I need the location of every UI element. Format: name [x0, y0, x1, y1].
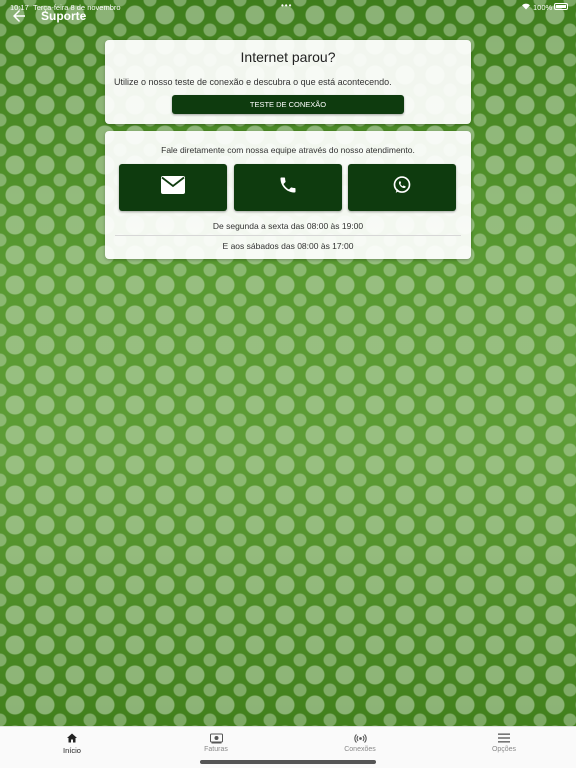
page-title: Suporte [41, 9, 87, 23]
contact-card: Fale diretamente com nossa equipe atravé… [105, 131, 471, 259]
home-icon [65, 731, 79, 745]
nav-item-conexoes[interactable]: Conexões [288, 727, 432, 763]
app-bar: Suporte [0, 6, 576, 28]
nav-item-opcoes[interactable]: Opções [432, 727, 576, 763]
email-contact-button[interactable] [119, 164, 227, 211]
signal-icon [353, 731, 367, 745]
connection-card-description: Utilize o nosso teste de conexão e descu… [114, 77, 392, 87]
connection-test-card: Internet parou? Utilize o nosso teste de… [105, 40, 471, 124]
nav-item-faturas[interactable]: Faturas [144, 727, 288, 763]
nav-item-inicio[interactable]: Início [0, 727, 144, 763]
back-arrow-icon[interactable] [10, 7, 28, 25]
menu-icon [497, 731, 511, 745]
support-screen: 10:17 Terça-feira 8 de novembro ••• 100%… [0, 0, 576, 768]
connection-test-button[interactable]: TESTE DE CONEXÃO [172, 95, 404, 114]
bill-icon [209, 731, 223, 745]
nav-label-inicio: Início [63, 746, 81, 755]
connection-card-heading: Internet parou? [240, 49, 336, 65]
home-indicator[interactable] [200, 760, 376, 764]
nav-label-faturas: Faturas [204, 746, 228, 753]
phone-icon [278, 175, 298, 200]
contact-card-lead: Fale diretamente com nossa equipe atravé… [161, 145, 415, 155]
whatsapp-icon [392, 175, 412, 200]
phone-contact-button[interactable] [234, 164, 342, 211]
nav-label-opcoes: Opções [491, 746, 517, 753]
whatsapp-contact-button[interactable] [348, 164, 456, 211]
weekday-hours: De segunda a sexta das 08:00 às 19:00 [212, 221, 364, 231]
nav-label-conexoes: Conexões [344, 746, 376, 753]
envelope-icon [161, 176, 185, 199]
saturday-hours: E aos sábados das 08:00 às 17:00 [222, 241, 354, 251]
hours-divider [115, 235, 461, 236]
